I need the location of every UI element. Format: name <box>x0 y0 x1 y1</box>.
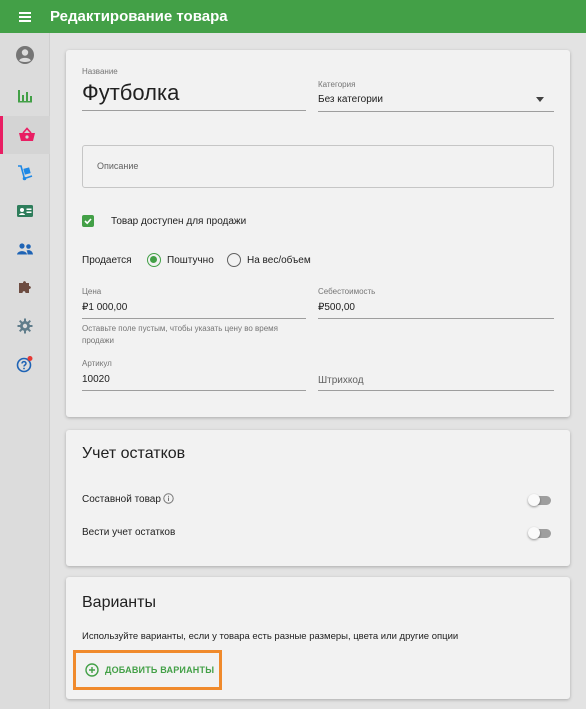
available-label: Товар доступен для продажи <box>111 216 247 227</box>
basket-icon <box>18 127 35 141</box>
variants-card: Варианты Используйте варианты, если у то… <box>66 577 570 699</box>
check-icon <box>84 218 92 225</box>
price-hint-line2: продажи <box>82 336 114 345</box>
composite-toggle[interactable] <box>528 494 551 506</box>
variants-description: Используйте варианты, если у товара есть… <box>82 631 459 642</box>
sidebar-item-inventory[interactable] <box>0 154 50 192</box>
available-checkbox[interactable] <box>82 215 94 227</box>
name-underline <box>82 110 306 111</box>
menu-button[interactable] <box>0 0 50 33</box>
sidebar-item-employees[interactable] <box>0 192 50 230</box>
add-circle-icon <box>85 663 99 677</box>
sidebar <box>0 33 50 709</box>
price-input[interactable]: ₽1 000,00 <box>82 302 127 313</box>
cost-underline <box>318 318 554 319</box>
add-variants-label: ДОБАВИТЬ ВАРИАНТЫ <box>105 665 215 675</box>
sku-label: Артикул <box>82 359 112 368</box>
sold-piece-radio[interactable] <box>147 253 161 267</box>
track-stock-label: Вести учет остатков <box>82 527 176 538</box>
sidebar-item-account[interactable] <box>0 36 50 74</box>
price-label: Цена <box>82 287 102 296</box>
sidebar-item-integrations[interactable] <box>0 268 50 306</box>
category-label: Категория <box>318 80 356 89</box>
sold-weight-label[interactable]: На вес/объем <box>247 255 311 266</box>
barcode-input[interactable]: Штрихкод <box>318 375 364 386</box>
category-select[interactable]: Без категории <box>318 94 383 105</box>
account-circle-icon <box>16 46 34 64</box>
sku-underline <box>82 390 306 391</box>
sold-weight-radio[interactable] <box>227 253 241 267</box>
price-underline <box>82 318 306 319</box>
stock-title: Учет остатков <box>82 445 186 462</box>
price-hint-line1: Оставьте поле пустым, чтобы указать цену… <box>82 324 279 333</box>
variants-title: Варианты <box>82 594 156 611</box>
top-app-bar: Редактирование товара <box>0 0 586 33</box>
sold-piece-label[interactable]: Поштучно <box>167 255 214 266</box>
sidebar-item-reports[interactable] <box>0 77 50 115</box>
product-details-card: Название Футболка Категория Без категори… <box>66 50 570 417</box>
add-variants-button[interactable]: ДОБАВИТЬ ВАРИАНТЫ <box>73 650 222 690</box>
barcode-underline <box>318 390 554 391</box>
category-underline <box>318 111 554 112</box>
name-label: Название <box>82 67 118 76</box>
description-field[interactable]: Описание <box>82 145 554 188</box>
bar-chart-icon <box>18 90 32 103</box>
sidebar-item-settings[interactable] <box>0 307 50 345</box>
description-placeholder: Описание <box>97 161 139 171</box>
hand-truck-icon <box>18 165 33 181</box>
hamburger-icon <box>19 15 31 18</box>
track-stock-toggle[interactable] <box>528 527 551 539</box>
chevron-down-icon[interactable] <box>536 97 544 102</box>
name-input[interactable]: Футболка <box>82 80 179 106</box>
sidebar-item-products[interactable] <box>0 116 50 154</box>
page-title: Редактирование товара <box>50 8 228 25</box>
composite-label: Составной товар <box>82 494 161 505</box>
help-icon <box>16 356 33 373</box>
stock-card: Учет остатков Составной товар Вести учет… <box>66 430 570 566</box>
id-card-icon <box>17 205 33 217</box>
puzzle-icon <box>19 281 31 293</box>
cost-label: Себестоимость <box>318 287 376 296</box>
cost-input[interactable]: ₽500,00 <box>318 302 355 313</box>
sidebar-item-help[interactable] <box>0 345 50 383</box>
sidebar-item-customers[interactable] <box>0 230 50 268</box>
gear-icon <box>17 318 33 334</box>
sold-label: Продается <box>82 255 132 266</box>
sku-input[interactable]: 10020 <box>82 374 110 385</box>
people-icon <box>17 243 33 255</box>
info-icon[interactable] <box>163 493 174 504</box>
